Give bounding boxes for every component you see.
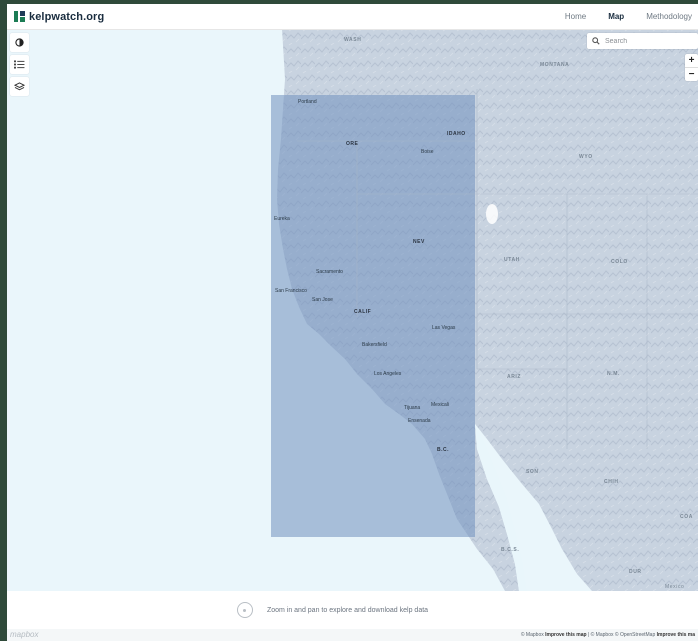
main-nav: Home Map Methodology: [543, 12, 692, 21]
attribution-improve-link[interactable]: Improve this map: [545, 632, 586, 638]
label-eureka: Eureka: [274, 216, 290, 222]
attribution-mapbox-2[interactable]: © Mapbox: [591, 632, 614, 638]
attribution-mapbox[interactable]: © Mapbox: [521, 632, 544, 638]
label-coa: COA: [680, 514, 693, 520]
nav-methodology-link[interactable]: Methodology: [646, 12, 692, 21]
legend-button[interactable]: [10, 55, 29, 74]
label-bc: B.C.: [437, 447, 449, 453]
site-logo[interactable]: kelpwatch.org: [14, 11, 104, 23]
label-boise: Boise: [421, 149, 434, 155]
layers-button[interactable]: [10, 77, 29, 96]
zoom-hint-text: Zoom in and pan to explore and download …: [266, 606, 429, 614]
map-canvas[interactable]: WASH MONTANA IDAHO ORE WYO NEV UTAH COLO…: [7, 29, 698, 591]
label-chih: CHIH: [604, 479, 619, 485]
legend-list-icon: [14, 60, 25, 69]
attribution-improve-link-2[interactable]: Improve this ma: [657, 632, 695, 638]
search-input[interactable]: [603, 36, 687, 46]
data-coverage-overlay: [271, 95, 475, 537]
label-idaho: IDAHO: [447, 131, 466, 137]
bottom-info-panel: Zoom in and pan to explore and download …: [7, 591, 698, 629]
top-nav-bar: kelpwatch.org Home Map Methodology: [7, 4, 698, 30]
label-wyo: WYO: [579, 154, 593, 160]
zoom-in-button[interactable]: +: [685, 54, 698, 67]
label-bcs: B.C.S.: [501, 547, 520, 553]
attribution-osm[interactable]: © OpenStreetMap: [615, 632, 655, 638]
site-name: kelpwatch.org: [29, 10, 105, 23]
label-dur: DUR: [629, 569, 642, 575]
label-san-francisco: San Francisco: [275, 288, 307, 294]
label-los-angeles: Los Angeles: [374, 371, 402, 377]
label-tijuana: Tijuana: [404, 405, 421, 411]
mapbox-logo[interactable]: mapbox: [10, 630, 38, 639]
label-son: SON: [526, 469, 539, 475]
label-las-vegas: Las Vegas: [432, 325, 456, 331]
label-wash: WASH: [344, 37, 362, 43]
label-nm: N.M.: [607, 371, 620, 377]
zoom-controls: + −: [685, 54, 698, 81]
label-mexico: Mexico: [665, 584, 685, 590]
label-nev: NEV: [413, 239, 425, 245]
zoom-target-icon: [236, 602, 253, 618]
nav-map-link[interactable]: Map: [608, 12, 624, 21]
label-mexicali: Mexicali: [431, 402, 450, 408]
label-sacramento: Sacramento: [316, 269, 343, 275]
label-san-jose: San Jose: [312, 297, 333, 303]
label-ensenada: Ensenada: [408, 418, 431, 424]
label-ariz: ARIZ: [507, 374, 522, 380]
terrain-basemap: [271, 29, 698, 591]
label-utah: UTAH: [504, 257, 520, 263]
map-attribution-bar: mapbox © Mapbox Improve this map | © Map…: [7, 629, 698, 641]
label-bakersfield: Bakersfield: [362, 342, 387, 348]
label-colo: COLO: [611, 259, 628, 265]
map-toolbar: [10, 33, 29, 99]
label-montana: MONTANA: [540, 62, 570, 68]
nav-home-link[interactable]: Home: [565, 12, 586, 21]
label-portland: Portland: [298, 99, 317, 105]
label-calif: CALIF: [354, 309, 372, 315]
kelpwatch-logo-icon: [14, 11, 25, 22]
half-circle-icon: [15, 38, 24, 47]
search-icon: [592, 37, 600, 45]
layers-icon: [14, 81, 25, 90]
label-ore: ORE: [346, 141, 359, 147]
zoom-out-button[interactable]: −: [685, 67, 698, 81]
basemap-toggle-button[interactable]: [10, 33, 29, 52]
attribution-text: © Mapbox Improve this map | © Mapbox © O…: [520, 632, 695, 638]
browser-viewport: kelpwatch.org Home Map Methodology WASH …: [7, 4, 698, 641]
map-search-box[interactable]: [587, 33, 698, 49]
